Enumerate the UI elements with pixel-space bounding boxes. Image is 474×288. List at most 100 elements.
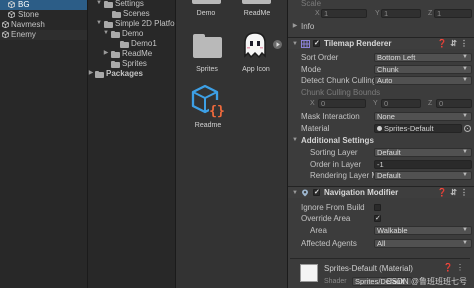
- scale-fields: X 1 Y 1 Z 1: [288, 8, 474, 19]
- tilemap-renderer-title: Tilemap Renderer: [324, 39, 392, 48]
- asset-label-readme[interactable]: Readme: [183, 122, 233, 129]
- hierarchy-item-label: Navmesh: [11, 20, 45, 29]
- tree-item-readme[interactable]: ▶ ReadMe: [88, 49, 176, 59]
- folder-icon: [95, 71, 104, 78]
- chevron-right-icon[interactable]: ▶: [88, 69, 94, 77]
- object-picker-icon[interactable]: [464, 125, 471, 132]
- chevron-right-icon[interactable]: ▶: [292, 22, 298, 30]
- tree-item-label: Packages: [106, 69, 143, 78]
- hierarchy-panel: BG Stone Navmesh Enemy: [0, 0, 87, 288]
- tilemap-renderer-enabled-checkbox[interactable]: ✓: [313, 40, 320, 47]
- mode-row: Mode Chunk ▼: [288, 64, 474, 75]
- hierarchy-item-enemy[interactable]: Enemy: [0, 30, 87, 40]
- mode-dropdown[interactable]: Chunk ▼: [374, 65, 472, 74]
- tree-item-demo[interactable]: ▼ Demo: [88, 29, 176, 39]
- folder-icon: [120, 41, 129, 48]
- folder-icon[interactable]: [242, 0, 271, 4]
- info-foldout[interactable]: ▶ Info: [288, 21, 474, 32]
- mode-label: Mode: [301, 65, 322, 74]
- tree-item-simple-2d-platform[interactable]: ▼ Simple 2D Platform: [88, 19, 184, 29]
- chunk-culling-bounds-fields: X 0 Y 0 Z 0: [288, 98, 474, 109]
- ghost-sprite-icon[interactable]: [240, 29, 270, 62]
- order-in-layer-label: Order in Layer: [310, 160, 362, 169]
- hierarchy-item-bg[interactable]: BG: [0, 0, 87, 10]
- component-menu-icons[interactable]: ❓⇵⋮: [437, 38, 471, 50]
- sorting-layer-dropdown[interactable]: Default ▼: [374, 148, 472, 157]
- navigation-modifier-header[interactable]: ▼ ✓ Navigation Modifier ❓⇵⋮: [288, 186, 474, 198]
- asset-label-demo[interactable]: Demo: [181, 10, 231, 17]
- scale-z-field[interactable]: 1: [434, 9, 472, 18]
- area-value: Walkable: [377, 226, 408, 235]
- shader-label: Shader: [324, 278, 347, 285]
- gameobject-cube-icon: [8, 1, 15, 8]
- tree-item-scenes[interactable]: Scenes: [88, 9, 176, 19]
- material-row: Material Sprites-Default: [288, 123, 474, 134]
- chevron-down-icon[interactable]: ▼: [292, 189, 298, 197]
- tree-item-packages[interactable]: ▶ Packages: [88, 69, 176, 79]
- x-axis-label: X: [310, 100, 315, 107]
- override-area-checkbox[interactable]: ✓: [374, 215, 381, 222]
- y-axis-label: Y: [373, 100, 378, 107]
- tree-item-demo1[interactable]: Demo1: [88, 39, 176, 49]
- material-menu-icons[interactable]: ❓⋮: [443, 263, 467, 272]
- mask-interaction-row: Mask Interaction None ▼: [288, 111, 474, 122]
- scale-y-field[interactable]: 1: [381, 9, 421, 18]
- dropdown-arrow-icon: ▼: [462, 113, 468, 119]
- material-value: Sprites-Default: [384, 124, 434, 133]
- mask-interaction-value: None: [377, 112, 395, 121]
- tilemap-renderer-header[interactable]: ▼ ✓ Tilemap Renderer ❓⇵⋮: [288, 37, 474, 49]
- readme-cube-icon[interactable]: {}: [191, 84, 227, 120]
- sorting-layer-value: Default: [377, 148, 401, 157]
- chevron-down-icon[interactable]: ▼: [103, 29, 109, 37]
- area-dropdown[interactable]: Walkable ▼: [374, 226, 472, 235]
- affected-agents-dropdown[interactable]: All ▼: [374, 239, 472, 248]
- sort-order-dropdown[interactable]: Bottom Left ▼: [374, 53, 472, 62]
- detect-chunk-culling-dropdown[interactable]: Auto ▼: [374, 76, 472, 85]
- ignore-from-build-checkbox[interactable]: [374, 204, 381, 211]
- dropdown-arrow-icon: ▼: [462, 240, 468, 246]
- area-row: Area Walkable ▼: [288, 225, 474, 236]
- detect-chunk-culling-row: Detect Chunk Culling Auto ▼: [288, 75, 474, 86]
- chevron-down-icon[interactable]: ▼: [292, 136, 298, 144]
- chevron-down-icon[interactable]: ▼: [96, 19, 102, 27]
- chevron-down-icon[interactable]: ▼: [292, 40, 298, 48]
- gameobject-cube-icon: [8, 11, 15, 18]
- navigation-modifier-title: Navigation Modifier: [324, 188, 399, 197]
- rendering-layer-row: Rendering Layer M Default ▼: [288, 170, 474, 181]
- affected-agents-label: Affected Agents: [301, 239, 357, 248]
- hierarchy-item-stone[interactable]: Stone: [0, 10, 87, 20]
- chevron-right-icon[interactable]: ▶: [103, 49, 109, 57]
- ignore-from-build-row: Ignore From Build: [288, 202, 474, 213]
- hierarchy-item-label: BG: [18, 0, 30, 9]
- rendering-layer-label: Rendering Layer M: [310, 171, 379, 180]
- rendering-layer-value: Default: [377, 171, 401, 180]
- sort-order-row: Sort Order Bottom Left ▼: [288, 52, 474, 63]
- navigation-modifier-enabled-checkbox[interactable]: ✓: [313, 189, 320, 196]
- play-preview-icon[interactable]: [273, 40, 282, 49]
- asset-label-readme-folder[interactable]: ReadMe: [232, 10, 282, 17]
- mask-interaction-dropdown[interactable]: None ▼: [374, 112, 472, 121]
- material-object-field[interactable]: Sprites-Default: [374, 124, 462, 133]
- asset-label-sprites[interactable]: Sprites: [182, 66, 232, 73]
- mask-interaction-label: Mask Interaction: [301, 112, 360, 121]
- area-label: Area: [310, 226, 327, 235]
- chevron-down-icon[interactable]: ▼: [96, 0, 102, 7]
- additional-settings-foldout[interactable]: ▼ Additional Settings: [288, 135, 474, 146]
- sort-order-label: Sort Order: [301, 53, 339, 62]
- rendering-layer-dropdown[interactable]: Default ▼: [374, 171, 472, 180]
- hierarchy-item-navmesh[interactable]: Navmesh: [0, 20, 87, 30]
- folder-icon[interactable]: [192, 0, 221, 4]
- tree-item-settings[interactable]: ▼ Settings: [88, 0, 176, 9]
- dropdown-arrow-icon: ▼: [462, 54, 468, 60]
- asset-label-app-icon[interactable]: App Icon: [231, 66, 281, 73]
- order-in-layer-field[interactable]: -1: [374, 160, 472, 169]
- z-axis-label: Z: [428, 10, 433, 17]
- x-axis-label: X: [315, 10, 320, 17]
- gameobject-cube-icon: [2, 21, 9, 28]
- folder-icon: [111, 31, 120, 38]
- scale-x-field[interactable]: 1: [321, 9, 367, 18]
- tree-item-sprites[interactable]: Sprites: [88, 59, 176, 69]
- chunk-culling-bounds-row: Chunk Culling Bounds: [288, 87, 474, 98]
- folder-icon[interactable]: [193, 34, 222, 58]
- component-menu-icons[interactable]: ❓⇵⋮: [437, 187, 471, 199]
